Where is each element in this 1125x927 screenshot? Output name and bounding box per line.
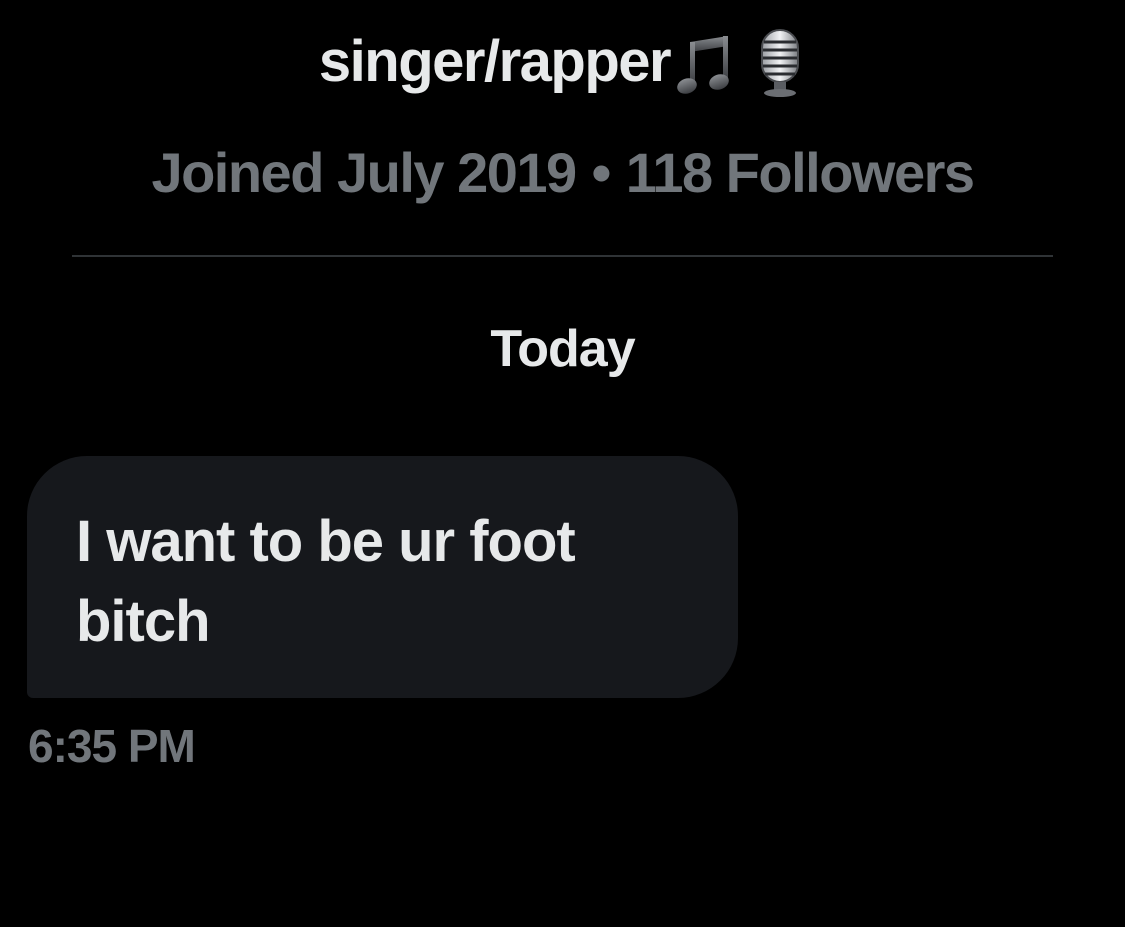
header-divider [72, 255, 1053, 257]
meta-separator: • [591, 140, 612, 204]
musical-notes-icon [676, 32, 734, 98]
profile-meta: Joined July 2019 • 118 Followers [0, 140, 1125, 204]
received-message-bubble[interactable]: I want to be ur foot bitch [27, 456, 738, 698]
profile-bio: singer/rapper [0, 26, 1125, 98]
day-label: Today [490, 320, 635, 378]
message-timestamp: 6:35 PM [28, 720, 196, 772]
studio-microphone-icon [754, 28, 806, 98]
bio-text: singer/rapper [318, 28, 672, 94]
followers-count[interactable]: 118 Followers [626, 140, 975, 205]
message-text: I want to be ur foot bitch [76, 509, 576, 654]
joined-date: Joined July 2019 [151, 140, 577, 204]
